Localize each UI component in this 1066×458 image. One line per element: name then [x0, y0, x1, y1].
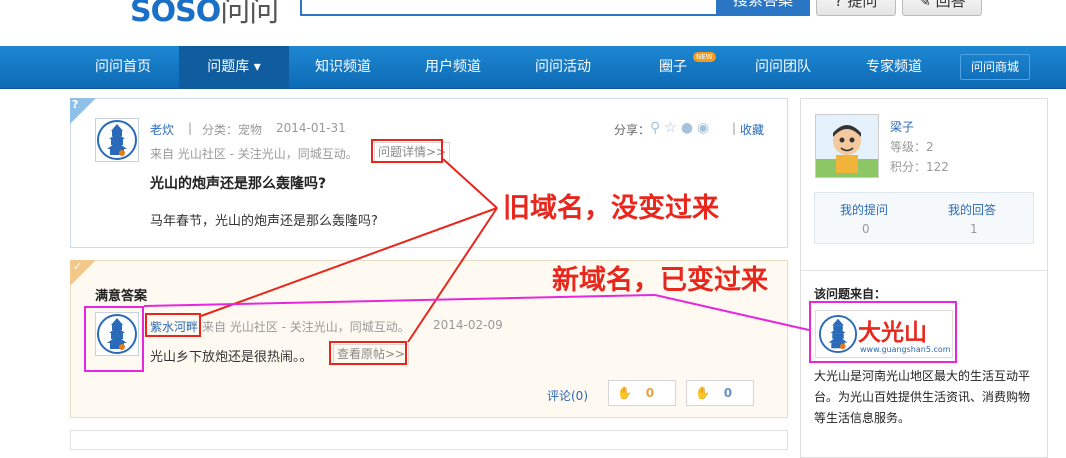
new-domain-annotation: 新域名，已变过来 [552, 265, 768, 296]
old-domain-annotation: 旧域名，没变过来 [503, 193, 719, 224]
